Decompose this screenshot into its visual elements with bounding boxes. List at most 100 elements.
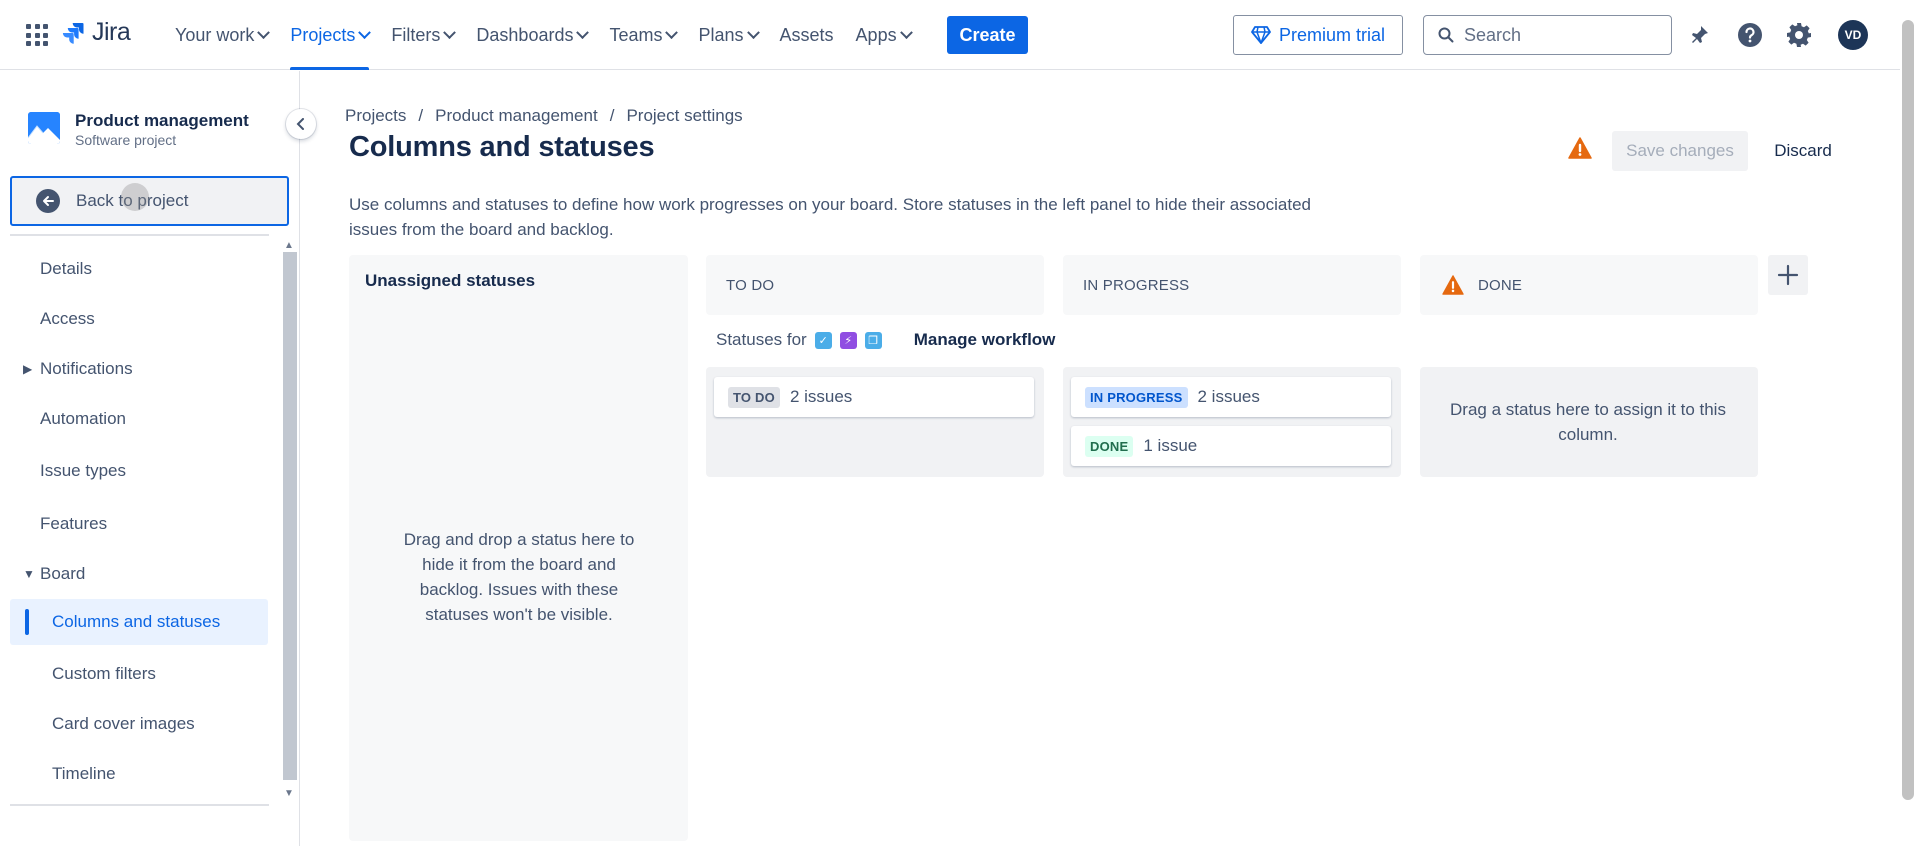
collapse-sidebar-button[interactable] <box>286 109 316 139</box>
help-icon[interactable] <box>1735 20 1765 50</box>
nav-label: Dashboards <box>476 24 574 45</box>
breadcrumb-projects[interactable]: Projects <box>345 106 406 126</box>
notifications-icon[interactable] <box>1684 20 1714 50</box>
breadcrumb: Projects / Product management / Project … <box>345 106 743 126</box>
column-header-done[interactable]: DONE <box>1420 255 1758 315</box>
nav-teams[interactable]: Teams <box>609 0 679 70</box>
chevron-down-icon <box>358 25 372 39</box>
status-issue-count: 2 issues <box>789 387 853 406</box>
done-column-drop-hint: Drag a status here to assign it to this … <box>1450 400 1726 444</box>
sidebar-item-details[interactable]: Details <box>10 246 268 292</box>
scroll-down-arrow[interactable]: ▼ <box>284 789 294 799</box>
premium-trial-label: Premium trial <box>1278 24 1385 45</box>
nav-your-work[interactable]: Your work <box>175 0 271 70</box>
project-sidebar: Product management Software project Back… <box>0 71 300 846</box>
unassigned-statuses-panel[interactable]: Unassigned statuses Drag and drop a stat… <box>349 255 688 841</box>
chevron-down-icon: ▼ <box>23 567 35 581</box>
nav-dashboards[interactable]: Dashboards <box>476 0 590 70</box>
sidebar-item-features[interactable]: Features <box>10 501 268 547</box>
breadcrumb-project-settings[interactable]: Project settings <box>626 106 742 126</box>
mouse-cursor-indicator <box>121 183 149 211</box>
save-changes-button[interactable]: Save changes <box>1612 131 1748 171</box>
sidebar-item-label: Custom filters <box>52 664 156 683</box>
sidebar-item-label: Access <box>40 309 95 328</box>
status-card-in-progress[interactable]: IN PROGRESS 2 issues <box>1071 377 1391 417</box>
settings-icon[interactable] <box>1784 20 1814 50</box>
sidebar-item-issue-types[interactable]: Issue types <box>10 448 268 494</box>
nav-filters[interactable]: Filters <box>391 0 457 70</box>
nav-label: Your work <box>175 24 255 45</box>
column-name: TO DO <box>726 276 775 294</box>
back-to-project-button[interactable]: Back to project <box>10 176 289 226</box>
manage-workflow-link[interactable]: Manage workflow <box>914 330 1056 350</box>
sidebar-item-columns-and-statuses[interactable]: Columns and statuses <box>10 599 268 645</box>
jira-logo[interactable]: Jira <box>62 18 131 47</box>
status-card-done[interactable]: DONE 1 issue <box>1071 426 1391 466</box>
plus-icon <box>1777 264 1799 286</box>
divider <box>10 804 269 806</box>
chevron-down-icon <box>665 25 679 39</box>
sidebar-item-custom-filters[interactable]: Custom filters <box>10 651 268 697</box>
warning-icon <box>1442 275 1464 295</box>
sidebar-item-label: Issue types <box>40 461 126 480</box>
nav-assets[interactable]: Assets <box>780 0 834 70</box>
project-name[interactable]: Product management <box>75 111 249 131</box>
column-header-content: DONE <box>1420 255 1758 315</box>
statuses-for-label: Statuses for <box>716 330 807 349</box>
discard-button[interactable]: Discard <box>1757 131 1849 171</box>
chevron-right-icon: ▶ <box>23 362 33 376</box>
nav-plans[interactable]: Plans <box>698 0 760 70</box>
column-drop-zone-in-progress[interactable]: IN PROGRESS 2 issues DONE 1 issue <box>1063 367 1401 477</box>
sidebar-item-card-cover-images[interactable]: Card cover images <box>10 701 268 747</box>
nav-label: Apps <box>855 24 897 45</box>
app-switcher-icon[interactable] <box>26 24 48 46</box>
avatar[interactable]: VD <box>1838 20 1868 50</box>
sidebar-item-label: Columns and statuses <box>52 612 221 631</box>
column-drop-zone-to-do[interactable]: TO DO 2 issues <box>706 367 1044 477</box>
jira-logo-icon <box>62 22 84 44</box>
sidebar-item-notifications[interactable]: ▶ Notifications <box>10 346 268 392</box>
nav-label: Plans <box>698 24 744 45</box>
page-description: Use columns and statuses to define how w… <box>349 195 1311 239</box>
sidebar-item-board[interactable]: ▼ Board <box>10 551 268 597</box>
sidebar-scrollbar[interactable] <box>283 252 297 780</box>
logo-text: Jira <box>92 18 131 46</box>
chevron-down-icon <box>257 25 271 39</box>
nav-projects[interactable]: Projects <box>290 0 372 70</box>
sidebar-item-automation[interactable]: Automation <box>10 396 268 442</box>
sidebar-item-label: Details <box>40 259 92 278</box>
breadcrumb-product-management[interactable]: Product management <box>435 106 598 126</box>
chevron-down-icon <box>576 25 590 39</box>
nav-apps[interactable]: Apps <box>855 0 913 70</box>
main-nav: Your work Projects Filters Dashboards Te… <box>175 0 913 70</box>
chevron-down-icon <box>443 25 457 39</box>
statuses-for-row: Statuses for ✓ ⚡ ❐ Manage workflow <box>716 330 1055 350</box>
status-issue-count: 2 issues <box>1197 387 1260 406</box>
column-header-in-progress[interactable]: IN PROGRESS <box>1063 255 1401 315</box>
sidebar-item-label: Board <box>40 564 86 583</box>
column-header-to-do[interactable]: TO DO <box>706 255 1044 315</box>
divider <box>10 234 269 236</box>
window-scrollbar[interactable] <box>1902 20 1914 800</box>
status-card-to-do[interactable]: TO DO 2 issues <box>714 377 1034 417</box>
sidebar-item-access[interactable]: Access <box>10 296 268 342</box>
sidebar-item-label: Automation <box>40 409 126 428</box>
nav-label: Filters <box>391 24 441 45</box>
breadcrumb-separator: / <box>418 106 424 125</box>
column-name: IN PROGRESS <box>1083 276 1190 294</box>
sidebar-item-label: Features <box>40 514 108 533</box>
subtask-type-icon: ❐ <box>864 331 882 349</box>
sidebar-item-timeline[interactable]: Timeline <box>10 751 268 797</box>
premium-trial-button[interactable]: Premium trial <box>1233 15 1403 55</box>
chevron-down-icon <box>899 25 913 39</box>
search-icon <box>1438 27 1454 43</box>
scroll-up-arrow[interactable]: ▲ <box>284 241 294 251</box>
project-type: Software project <box>75 132 177 148</box>
task-type-icon: ✓ <box>814 331 832 349</box>
nav-label: Projects <box>290 24 356 45</box>
diamond-icon <box>1251 26 1271 44</box>
project-avatar-icon[interactable] <box>28 112 60 144</box>
search-input[interactable]: Search <box>1423 15 1672 55</box>
add-column-button[interactable] <box>1768 255 1808 295</box>
create-button[interactable]: Create <box>947 16 1028 54</box>
